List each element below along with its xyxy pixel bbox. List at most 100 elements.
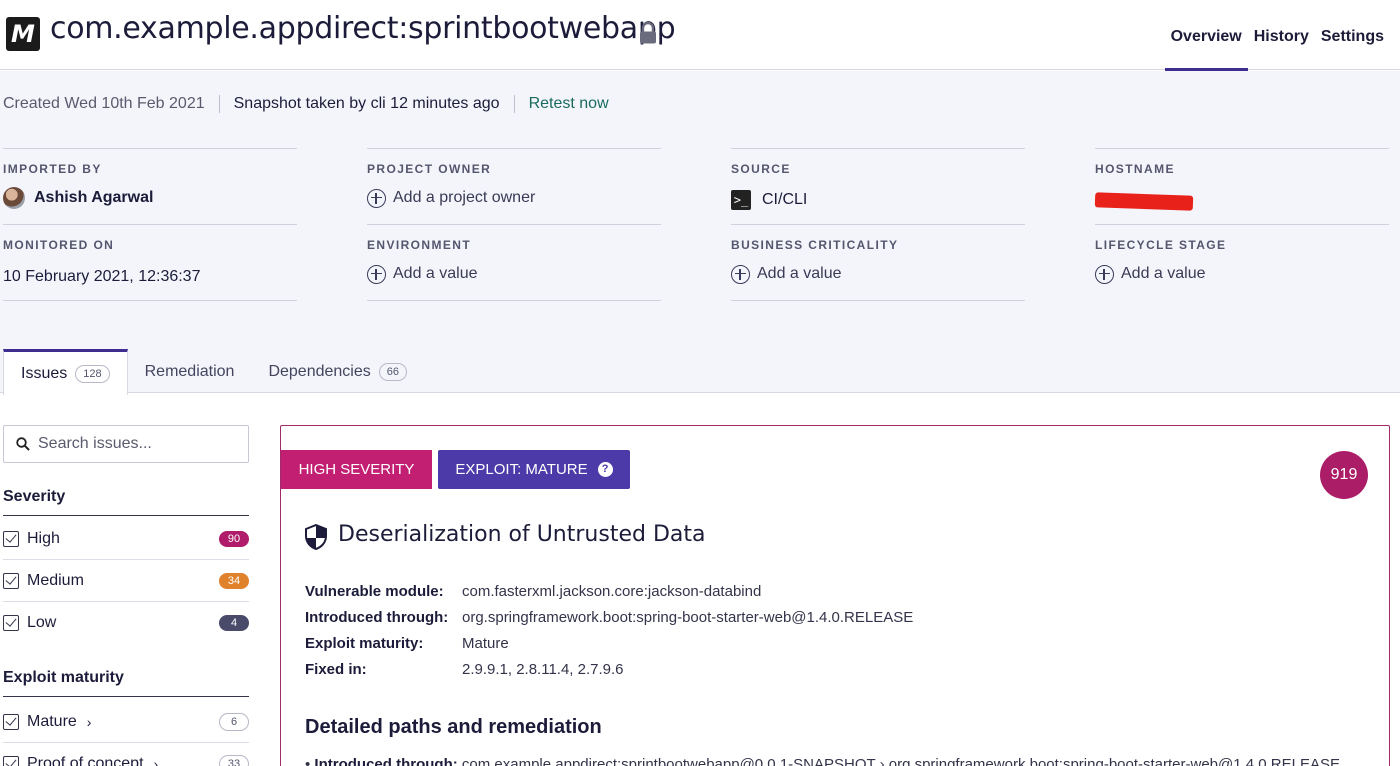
avatar xyxy=(3,187,25,209)
add-lifecycle-button[interactable]: Add a value xyxy=(1095,262,1389,286)
field-value-text: Add a value xyxy=(757,265,842,282)
tab-dependencies[interactable]: Dependencies 66 xyxy=(251,349,424,394)
issue-tabs: Issues 128 Remediation Dependencies 66 xyxy=(0,349,424,395)
detail-row: Vulnerable module: com.fasterxml.jackson… xyxy=(305,578,913,604)
search-icon xyxy=(16,437,30,451)
add-project-owner-button[interactable]: Add a project owner xyxy=(367,186,661,210)
checkbox-checked[interactable] xyxy=(3,572,19,589)
search-box xyxy=(3,425,249,463)
count-badge: 4 xyxy=(219,615,249,631)
checkbox-checked[interactable] xyxy=(3,615,19,631)
project-title: com.example.appdirect:sprintbootwebapp xyxy=(50,11,676,46)
field-label: SOURCE xyxy=(731,162,791,176)
field-hostname: HOSTNAME xyxy=(1094,148,1389,211)
filter-high[interactable]: High 90 xyxy=(3,518,249,560)
tab-remediation[interactable]: Remediation xyxy=(128,349,252,394)
source-value: CI/CLI xyxy=(762,191,808,208)
created-date: Created Wed 10th Feb 2021 xyxy=(3,95,205,112)
nav-overview[interactable]: Overview xyxy=(1164,0,1248,71)
exploit-badge: EXPLOIT: MATURE ? xyxy=(438,450,630,489)
snapshot-info: Snapshot taken by cli 12 minutes ago xyxy=(233,95,500,112)
path-value: com.example.appdirect:sprintbootwebapp@0… xyxy=(461,756,1340,766)
count-badge: 90 xyxy=(219,530,249,547)
field-lifecycle-stage: LIFECYCLE STAGE Add a value xyxy=(1095,224,1389,301)
divider xyxy=(218,95,220,113)
paths-title: Detailed paths and remediation xyxy=(305,716,602,738)
chevron-right-icon[interactable]: › xyxy=(87,714,92,730)
field-source: SOURCE >_ CI/CLI xyxy=(731,148,1025,212)
filter-label: Mature xyxy=(27,712,77,730)
tab-label: Issues xyxy=(21,364,68,382)
detail-value: com.fasterxml.jackson.core:jackson-datab… xyxy=(462,582,762,600)
count-badge: 6 xyxy=(219,712,249,731)
filter-label: Medium xyxy=(27,571,84,589)
plus-circle-icon xyxy=(367,264,386,284)
exploit-badge-label: EXPLOIT: MATURE xyxy=(455,461,588,478)
count-badge: 34 xyxy=(219,572,249,589)
redacted-hostname xyxy=(1094,191,1194,211)
divider xyxy=(513,95,515,113)
monitored-date: 10 February 2021, 12:36:37 xyxy=(3,268,201,285)
priority-score: 919 xyxy=(1320,451,1368,499)
add-environment-button[interactable]: Add a value xyxy=(367,262,661,286)
field-label: BUSINESS CRITICALITY xyxy=(731,238,899,252)
filter-low[interactable]: Low 4 xyxy=(3,602,249,644)
field-value-text: Add a project owner xyxy=(393,189,536,206)
issue-card: HIGH SEVERITY EXPLOIT: MATURE ? 919 Dese… xyxy=(280,425,1390,766)
severity-title: Severity xyxy=(3,488,249,516)
filter-medium[interactable]: Medium 34 xyxy=(3,560,249,602)
field-value xyxy=(1094,186,1389,211)
field-value: Ashish Agarwal xyxy=(3,186,297,210)
tab-label: Remediation xyxy=(144,362,235,380)
checkbox-checked[interactable] xyxy=(3,713,19,730)
terminal-icon: >_ xyxy=(731,190,751,210)
field-value-text: Add a value xyxy=(1121,265,1206,282)
add-criticality-button[interactable]: Add a value xyxy=(731,262,1025,286)
chevron-right-icon[interactable]: › xyxy=(154,756,159,766)
checkbox-checked[interactable] xyxy=(3,756,19,766)
detail-row: Fixed in: 2.9.9.1, 2.8.11.4, 2.7.9.6 xyxy=(305,656,913,682)
shield-icon xyxy=(305,524,327,550)
count-badge: 33 xyxy=(219,755,249,766)
severity-badge: HIGH SEVERITY xyxy=(281,450,432,489)
field-project-owner: PROJECT OWNER Add a project owner xyxy=(367,148,661,210)
tab-label: Dependencies xyxy=(268,362,371,380)
field-imported-by: IMPORTED BY Ashish Agarwal xyxy=(3,148,297,210)
issue-title[interactable]: Deserialization of Untrusted Data xyxy=(338,522,705,547)
search-input[interactable] xyxy=(38,435,228,453)
field-label: LIFECYCLE STAGE xyxy=(1095,238,1227,252)
detail-value: 2.9.9.1, 2.8.11.4, 2.7.9.6 xyxy=(462,660,624,678)
project-nav: Overview History Settings xyxy=(1164,0,1390,71)
field-label: PROJECT OWNER xyxy=(367,162,492,176)
filter-mature[interactable]: Mature › 6 xyxy=(3,701,249,743)
detail-key: Introduced through: xyxy=(305,608,449,626)
detail-key: Fixed in: xyxy=(305,660,367,678)
issue-details: Vulnerable module: com.fasterxml.jackson… xyxy=(305,578,913,682)
plus-circle-icon xyxy=(731,264,750,284)
filter-label: Proof of concept xyxy=(27,755,144,766)
plus-circle-icon xyxy=(367,188,386,208)
field-label: ENVIRONMENT xyxy=(367,238,472,252)
retest-link[interactable]: Retest now xyxy=(529,95,609,113)
nav-history[interactable]: History xyxy=(1248,0,1315,70)
field-label: HOSTNAME xyxy=(1095,162,1175,176)
field-value: >_ CI/CLI xyxy=(731,188,1025,212)
field-business-criticality: BUSINESS CRITICALITY Add a value xyxy=(731,224,1025,301)
help-icon[interactable]: ? xyxy=(597,462,613,477)
snyk-logo[interactable]: M xyxy=(6,17,40,51)
path-key: Introduced through: xyxy=(314,756,458,766)
plus-circle-icon xyxy=(1095,264,1114,284)
checkbox-checked[interactable] xyxy=(3,530,19,547)
nav-settings[interactable]: Settings xyxy=(1315,0,1390,70)
meta-summary: Created Wed 10th Feb 2021 Snapshot taken… xyxy=(3,95,609,113)
detail-value: Mature xyxy=(462,634,509,652)
filter-proof-of-concept[interactable]: Proof of concept › 33 xyxy=(3,743,249,766)
path-item: • Introduced through: com.example.appdir… xyxy=(305,756,1365,766)
tab-count: 66 xyxy=(378,362,407,381)
detail-key: Exploit maturity: xyxy=(305,634,424,652)
field-environment: ENVIRONMENT Add a value xyxy=(367,224,661,301)
filter-label: High xyxy=(27,529,60,547)
detail-row: Exploit maturity: Mature xyxy=(305,630,913,656)
detail-row: Introduced through: org.springframework.… xyxy=(305,604,913,630)
tab-issues[interactable]: Issues 128 xyxy=(3,349,128,395)
